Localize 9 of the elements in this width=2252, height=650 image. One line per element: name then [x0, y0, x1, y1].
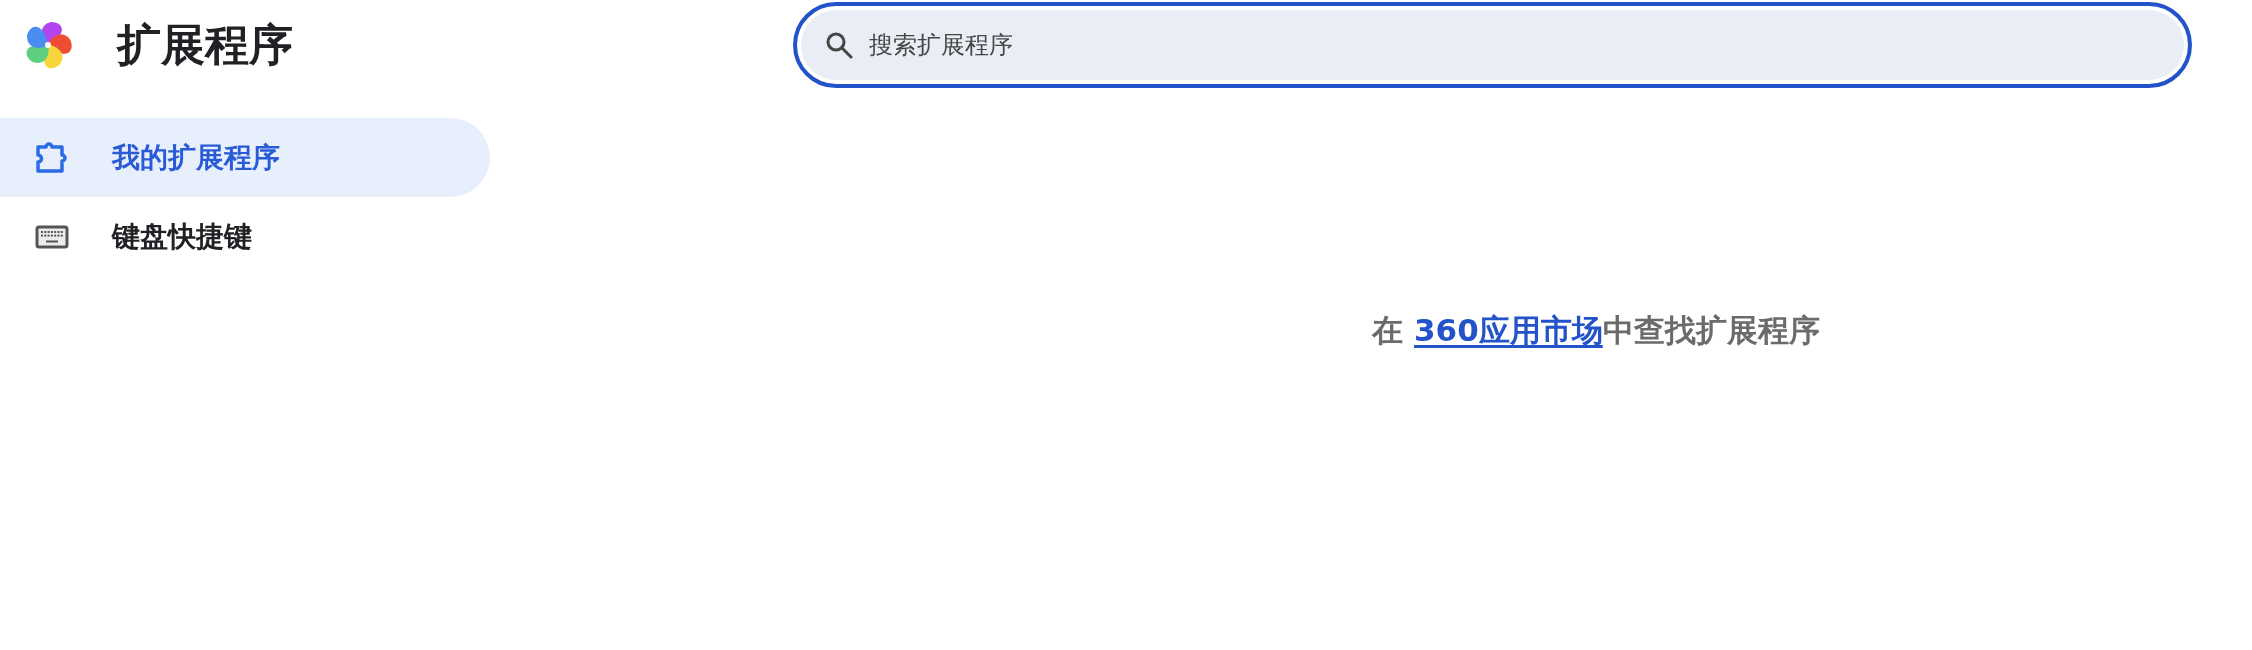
find-extensions-message: 在 360应用市场中查找扩展程序 — [1372, 311, 1820, 350]
pinwheel-logo-icon — [24, 21, 72, 69]
puzzle-icon — [35, 140, 69, 175]
sidebar-item[interactable]: 键盘快捷键 — [0, 197, 490, 276]
page-title: 扩展程序 — [117, 18, 293, 72]
app-market-link[interactable]: 360应用市场 — [1414, 312, 1603, 348]
search-icon — [825, 31, 853, 59]
sidebar-item[interactable]: 我的扩展程序 — [0, 118, 490, 197]
search-field[interactable]: 搜索扩展程序 — [793, 2, 2192, 88]
